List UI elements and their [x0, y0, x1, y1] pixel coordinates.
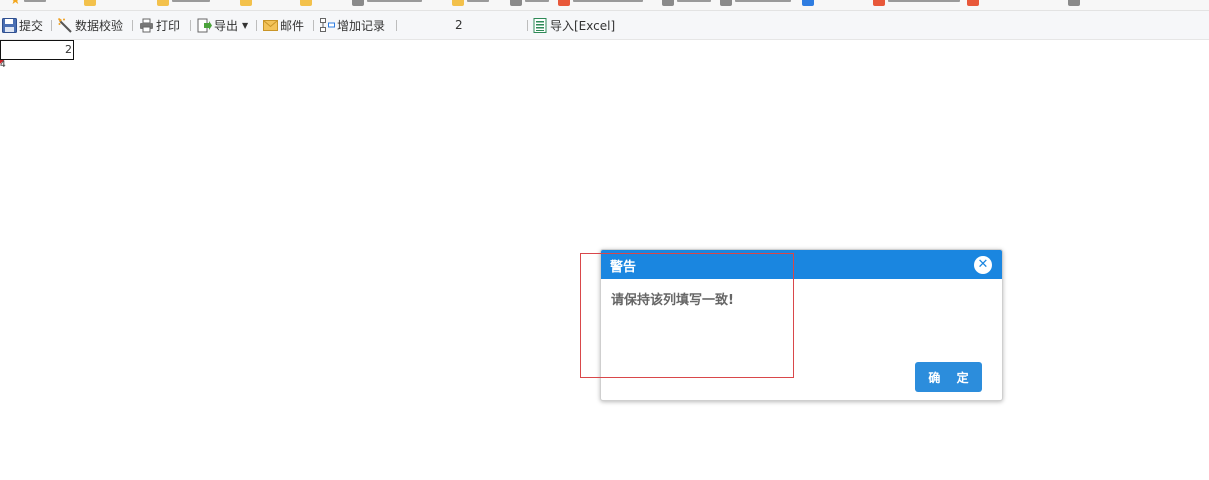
import-excel-button[interactable]: 导入[Excel] — [533, 16, 615, 34]
bookmark-item[interactable] — [240, 0, 252, 6]
folder-icon — [300, 0, 312, 6]
export-icon — [197, 18, 212, 33]
dialog-title: 警告 — [610, 260, 637, 275]
bookmark-item[interactable] — [157, 0, 210, 6]
site-icon — [967, 0, 979, 6]
page-icon — [1068, 0, 1080, 6]
toolbar-divider — [190, 20, 191, 31]
folder-icon — [84, 0, 96, 6]
close-icon: ✕ — [977, 257, 989, 272]
print-button[interactable]: 打印 — [139, 16, 180, 34]
page-icon — [662, 0, 674, 6]
import-excel-label: 导入[Excel] — [550, 18, 616, 33]
selected-cell[interactable]: 2 — [0, 40, 74, 60]
save-icon — [2, 17, 17, 33]
dialog-message: 请保持该列填写一致! — [611, 293, 734, 308]
toolbar-divider — [51, 20, 52, 31]
add-record-label: 增加记录 — [337, 18, 386, 33]
warning-dialog: 警告 ✕ 请保持该列填写一致! 确 定 — [600, 249, 1003, 401]
bookmark-item[interactable] — [967, 0, 979, 6]
toolbar-divider — [396, 20, 397, 31]
bookmark-item[interactable] — [662, 0, 711, 6]
mail-button[interactable]: 邮件 — [263, 16, 304, 34]
envelope-icon — [263, 18, 278, 33]
page-icon — [720, 0, 732, 6]
toolbar-divider — [256, 20, 257, 31]
bookmark-item[interactable] — [720, 0, 791, 6]
site-icon — [558, 0, 570, 6]
star-icon: ★ — [10, 0, 21, 6]
validate-label: 数据校验 — [75, 18, 124, 33]
folder-icon — [240, 0, 252, 6]
globe-icon — [510, 0, 522, 6]
report-toolbar: 提交 数据校验 打印 导出 ▼ 邮件 增加记录 2 导入[Excel] — [0, 11, 1209, 40]
toolbar-divider — [527, 20, 528, 31]
submit-button[interactable]: 提交 — [2, 16, 43, 34]
printer-icon — [139, 18, 154, 33]
row-number: 4 — [0, 60, 6, 70]
toolbar-divider — [313, 20, 314, 31]
bookmark-item[interactable] — [84, 0, 96, 6]
page-number: 2 — [455, 18, 463, 32]
bookmark-item[interactable] — [352, 0, 422, 6]
bookmark-item[interactable] — [300, 0, 312, 6]
confirm-button[interactable]: 确 定 — [915, 362, 982, 392]
validate-button[interactable]: 数据校验 — [58, 16, 123, 34]
site-icon — [873, 0, 885, 6]
export-label: 导出 — [214, 18, 239, 33]
bookmark-item[interactable]: ★ — [10, 0, 46, 6]
add-row-icon — [320, 17, 335, 33]
dialog-header: 警告 ✕ — [601, 250, 1002, 279]
bookmark-item[interactable] — [1068, 0, 1080, 6]
bookmark-item[interactable] — [873, 0, 960, 6]
excel-icon — [533, 17, 548, 33]
bookmark-item[interactable] — [558, 0, 643, 6]
folder-icon — [157, 0, 169, 6]
bookmark-item[interactable] — [802, 0, 814, 6]
mail-label: 邮件 — [280, 18, 305, 33]
bookmarks-bar: ★ — [0, 0, 1209, 11]
export-dropdown[interactable]: 导出 ▼ — [197, 16, 248, 34]
site-icon — [802, 0, 814, 6]
toolbar-divider — [132, 20, 133, 31]
magic-wand-icon — [58, 17, 73, 33]
chevron-down-icon: ▼ — [242, 20, 249, 30]
submit-label: 提交 — [19, 18, 44, 33]
folder-icon — [452, 0, 464, 6]
print-label: 打印 — [156, 18, 181, 33]
close-button[interactable]: ✕ — [974, 256, 992, 274]
page-icon — [352, 0, 364, 6]
bookmark-item[interactable] — [510, 0, 549, 6]
add-record-button[interactable]: 增加记录 — [320, 16, 385, 34]
bookmark-item[interactable] — [452, 0, 489, 6]
